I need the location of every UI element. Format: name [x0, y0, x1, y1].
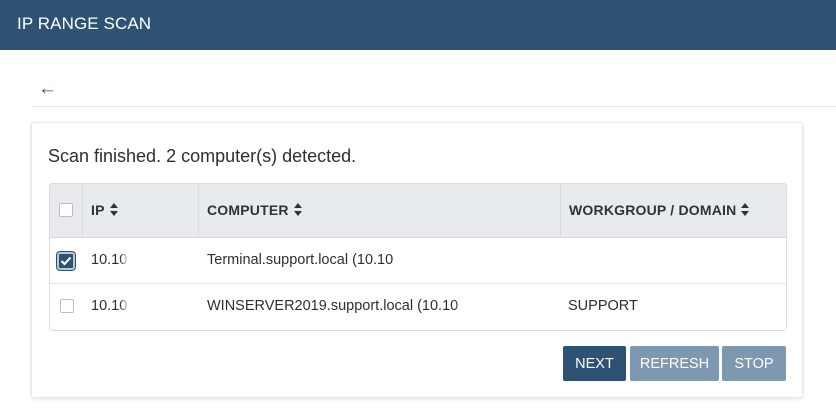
row-computer: WINSERVER2019.support.local (10.10 [207, 298, 459, 314]
results-table: IP COMPUTER WORKGROUP / DOMAIN 10.10 Ter… [49, 183, 787, 331]
page-title: IP RANGE SCAN [17, 14, 152, 33]
next-button[interactable]: NEXT [563, 346, 626, 381]
toolbar: ← [32, 76, 836, 107]
row-workgroup: SUPPORT [568, 298, 638, 314]
table-row[interactable]: 10.10 Terminal.support.local (10.10 [50, 238, 786, 284]
back-arrow-icon[interactable]: ← [38, 78, 57, 100]
column-header-computer[interactable]: COMPUTER [199, 184, 561, 237]
check-icon [60, 256, 72, 266]
column-header-ip-label: IP [91, 202, 105, 218]
column-header-workgroup-label: WORKGROUP / DOMAIN [569, 202, 737, 218]
scan-results-card: Scan finished. 2 computer(s) detected. I… [31, 122, 803, 398]
sort-icon [741, 203, 750, 216]
app-header: IP RANGE SCAN [0, 0, 836, 50]
sort-icon [109, 203, 119, 216]
sort-icon [293, 203, 303, 216]
select-all-header [50, 184, 83, 237]
scan-status-text: Scan finished. 2 computer(s) detected. [48, 146, 357, 166]
column-header-computer-label: COMPUTER [207, 202, 289, 218]
row-checkbox[interactable] [60, 299, 74, 313]
column-header-workgroup[interactable]: WORKGROUP / DOMAIN [561, 184, 786, 237]
refresh-button[interactable]: REFRESH [630, 346, 719, 381]
row-checkbox[interactable] [57, 252, 75, 270]
select-all-checkbox[interactable] [59, 203, 73, 217]
table-row[interactable]: 10.10 WINSERVER2019.support.local (10.10… [50, 284, 786, 329]
table-header: IP COMPUTER WORKGROUP / DOMAIN [50, 184, 786, 238]
row-computer: Terminal.support.local (10.10 [207, 252, 394, 268]
column-header-ip[interactable]: IP [83, 184, 199, 237]
stop-button[interactable]: STOP [722, 346, 786, 381]
